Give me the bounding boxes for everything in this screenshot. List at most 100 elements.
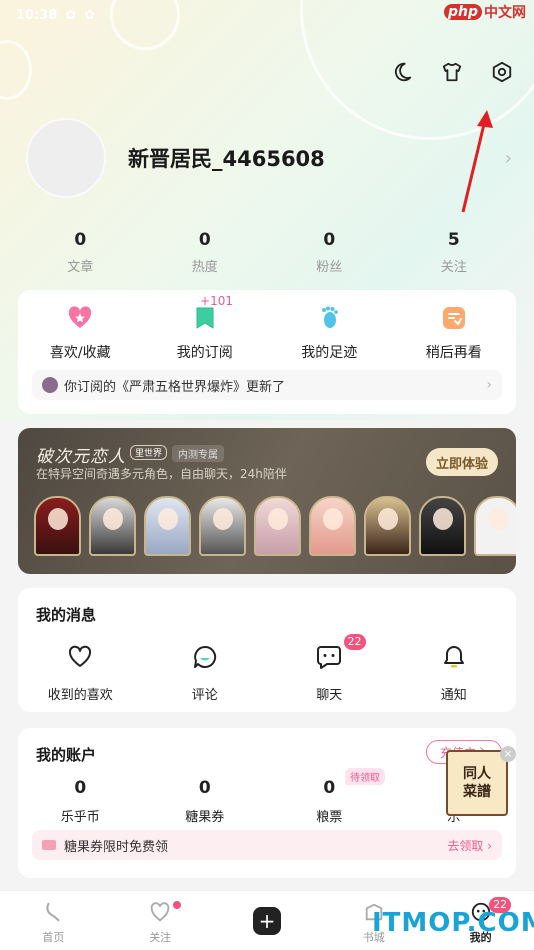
acct-value: 0 xyxy=(198,778,211,798)
fan-recipe-float-promo[interactable]: 同人 菜譜 xyxy=(446,750,508,816)
msg-item-notifications[interactable]: 通知 xyxy=(392,644,517,703)
acct-item-food-tickets[interactable]: 0 粮票 待领取 xyxy=(267,768,392,825)
status-bar: 10:38 ✿ ✿ xyxy=(16,4,95,26)
quick-label: 喜欢/收藏 xyxy=(49,345,111,361)
banner-beta-tag: 内测专属 xyxy=(172,445,224,462)
subscription-notice[interactable]: 你订阅的《严肃五格世界爆炸》更新了 › xyxy=(32,370,502,400)
promo-line: 同人 xyxy=(463,766,491,782)
chat-unread-badge: 22 xyxy=(343,634,366,650)
close-icon[interactable]: × xyxy=(500,746,516,762)
avatar[interactable] xyxy=(26,118,106,198)
stat-label: 粉丝 xyxy=(316,260,343,275)
coupon-text: 糖果券限时免费领 xyxy=(64,839,169,855)
tab-following[interactable]: 关注 xyxy=(107,891,214,950)
stat-followers[interactable]: 0 粉丝 xyxy=(267,230,392,275)
banner-brand-tag: 里世界 xyxy=(130,445,168,460)
watermark-bottom: ITMOP.COM xyxy=(372,908,534,938)
free-coupon-bar[interactable]: 糖果券限时免费领 去领取 › xyxy=(32,830,502,860)
quick-item-watch-later[interactable]: 稍后再看 xyxy=(392,304,517,362)
plus-icon: + xyxy=(252,907,281,935)
account-card: 我的账户 充值中心 0 乐乎币 0 糖果券 0 粮票 待领取 乐 糖果券限时免费… xyxy=(18,728,516,878)
msg-label: 通知 xyxy=(440,688,467,703)
character-card[interactable] xyxy=(34,496,81,556)
quick-item-subscriptions[interactable]: 我的订阅 +101 xyxy=(143,294,268,362)
quick-actions-card: 喜欢/收藏 我的订阅 +101 我的足迹 稍后再看 你订阅的《严肃五格世界爆炸》… xyxy=(18,290,516,414)
profile-header[interactable]: 新晋居民_4465608 › xyxy=(26,118,516,198)
coupon-icon xyxy=(42,840,56,850)
stat-label: 热度 xyxy=(191,260,218,275)
watermark-text: 中文网 xyxy=(484,5,526,21)
heart-star-icon xyxy=(66,304,94,332)
msg-item-chat[interactable]: 聊天 22 xyxy=(267,634,392,703)
quick-label: 我的足迹 xyxy=(301,345,358,361)
stat-heat[interactable]: 0 热度 xyxy=(143,230,268,275)
character-card[interactable] xyxy=(89,496,136,556)
settings-status-icon-2: ✿ xyxy=(84,7,96,23)
character-list xyxy=(34,496,516,556)
acct-label: 糖果券 xyxy=(185,810,225,825)
acct-item-coins[interactable]: 0 乐乎币 xyxy=(18,778,143,825)
character-card[interactable] xyxy=(144,496,191,556)
stat-label: 文章 xyxy=(67,260,94,275)
shirt-icon[interactable] xyxy=(440,60,464,84)
msg-label: 评论 xyxy=(191,688,218,703)
stat-following[interactable]: 5 关注 xyxy=(392,230,517,275)
try-now-button[interactable]: 立即体验 xyxy=(426,448,498,476)
acct-label: 粮票 xyxy=(316,810,343,825)
quick-label: 我的订阅 xyxy=(176,345,233,361)
heart-outline-icon xyxy=(67,644,93,674)
acct-item-candy-coupons[interactable]: 0 糖果券 xyxy=(143,778,268,825)
banner-subtitle: 在特异空间奇遇多元角色，自由聊天，24h陪伴 xyxy=(36,467,287,481)
tab-create[interactable]: + xyxy=(214,891,321,950)
tab-label: 关注 xyxy=(149,931,172,944)
msg-item-comments[interactable]: 评论 xyxy=(143,644,268,703)
chat-icon xyxy=(316,644,342,674)
tab-home[interactable]: 首页 xyxy=(0,891,107,950)
home-icon xyxy=(46,902,60,922)
quick-item-footprints[interactable]: 我的足迹 xyxy=(267,304,392,362)
character-card[interactable] xyxy=(309,496,356,556)
bookmark-icon xyxy=(191,304,219,332)
banner-title: 破次元恋人 xyxy=(36,447,126,467)
ai-companion-banner[interactable]: 破次元恋人 里世界 内测专属 在特异空间奇遇多元角色，自由聊天，24h陪伴 立即… xyxy=(18,428,516,574)
promo-line: 菜譜 xyxy=(463,784,491,800)
character-card[interactable] xyxy=(419,496,466,556)
character-card[interactable] xyxy=(254,496,301,556)
quick-label: 稍后再看 xyxy=(425,345,482,361)
following-icon xyxy=(150,902,170,922)
character-card[interactable] xyxy=(474,496,516,556)
following-unread-dot xyxy=(172,901,181,909)
pending-claim-tag: 待领取 xyxy=(345,768,385,785)
chevron-right-icon: › xyxy=(486,377,492,393)
stat-articles[interactable]: 0 文章 xyxy=(18,230,143,275)
bell-icon xyxy=(441,644,467,674)
comment-icon xyxy=(192,644,218,674)
watermark-brand: php xyxy=(443,4,482,20)
msg-label: 聊天 xyxy=(316,688,343,703)
claim-link[interactable]: 去领取 › xyxy=(447,837,492,854)
acct-value: 0 xyxy=(74,778,87,798)
night-mode-icon[interactable] xyxy=(390,60,414,84)
msg-item-likes[interactable]: 收到的喜欢 xyxy=(18,644,143,703)
status-time: 10:38 xyxy=(16,7,58,23)
stat-value: 0 xyxy=(198,230,211,250)
msg-label: 收到的喜欢 xyxy=(47,688,113,703)
account-title: 我的账户 xyxy=(36,746,97,764)
character-card[interactable] xyxy=(199,496,246,556)
acct-label: 乐乎币 xyxy=(60,810,100,825)
stat-value: 0 xyxy=(74,230,87,250)
chevron-right-icon: › xyxy=(504,148,512,169)
stat-value: 5 xyxy=(447,230,460,250)
footprint-icon xyxy=(315,304,343,332)
messages-title: 我的消息 xyxy=(36,606,97,624)
settings-status-icon: ✿ xyxy=(65,7,77,23)
stats-row: 0 文章 0 热度 0 粉丝 5 关注 xyxy=(18,230,516,275)
character-card[interactable] xyxy=(364,496,411,556)
notice-text: 你订阅的《严肃五格世界爆炸》更新了 xyxy=(64,379,286,395)
quick-item-likes[interactable]: 喜欢/收藏 xyxy=(18,304,143,362)
stat-value: 0 xyxy=(323,230,336,250)
top-icons xyxy=(390,60,514,84)
watermark-top: php 中文网 xyxy=(443,2,526,22)
subscription-update-badge: +101 xyxy=(200,294,233,308)
settings-icon[interactable] xyxy=(490,60,514,84)
